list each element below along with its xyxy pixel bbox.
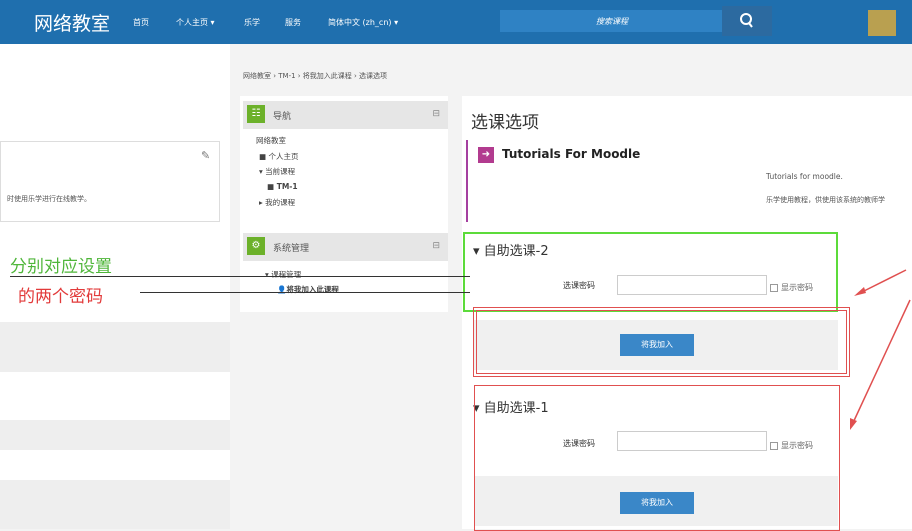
arrow-head — [854, 287, 866, 296]
arrow-head — [850, 418, 857, 430]
arrow-line — [851, 299, 911, 426]
arrow-line — [857, 269, 907, 295]
annotation-arrows — [850, 269, 911, 430]
